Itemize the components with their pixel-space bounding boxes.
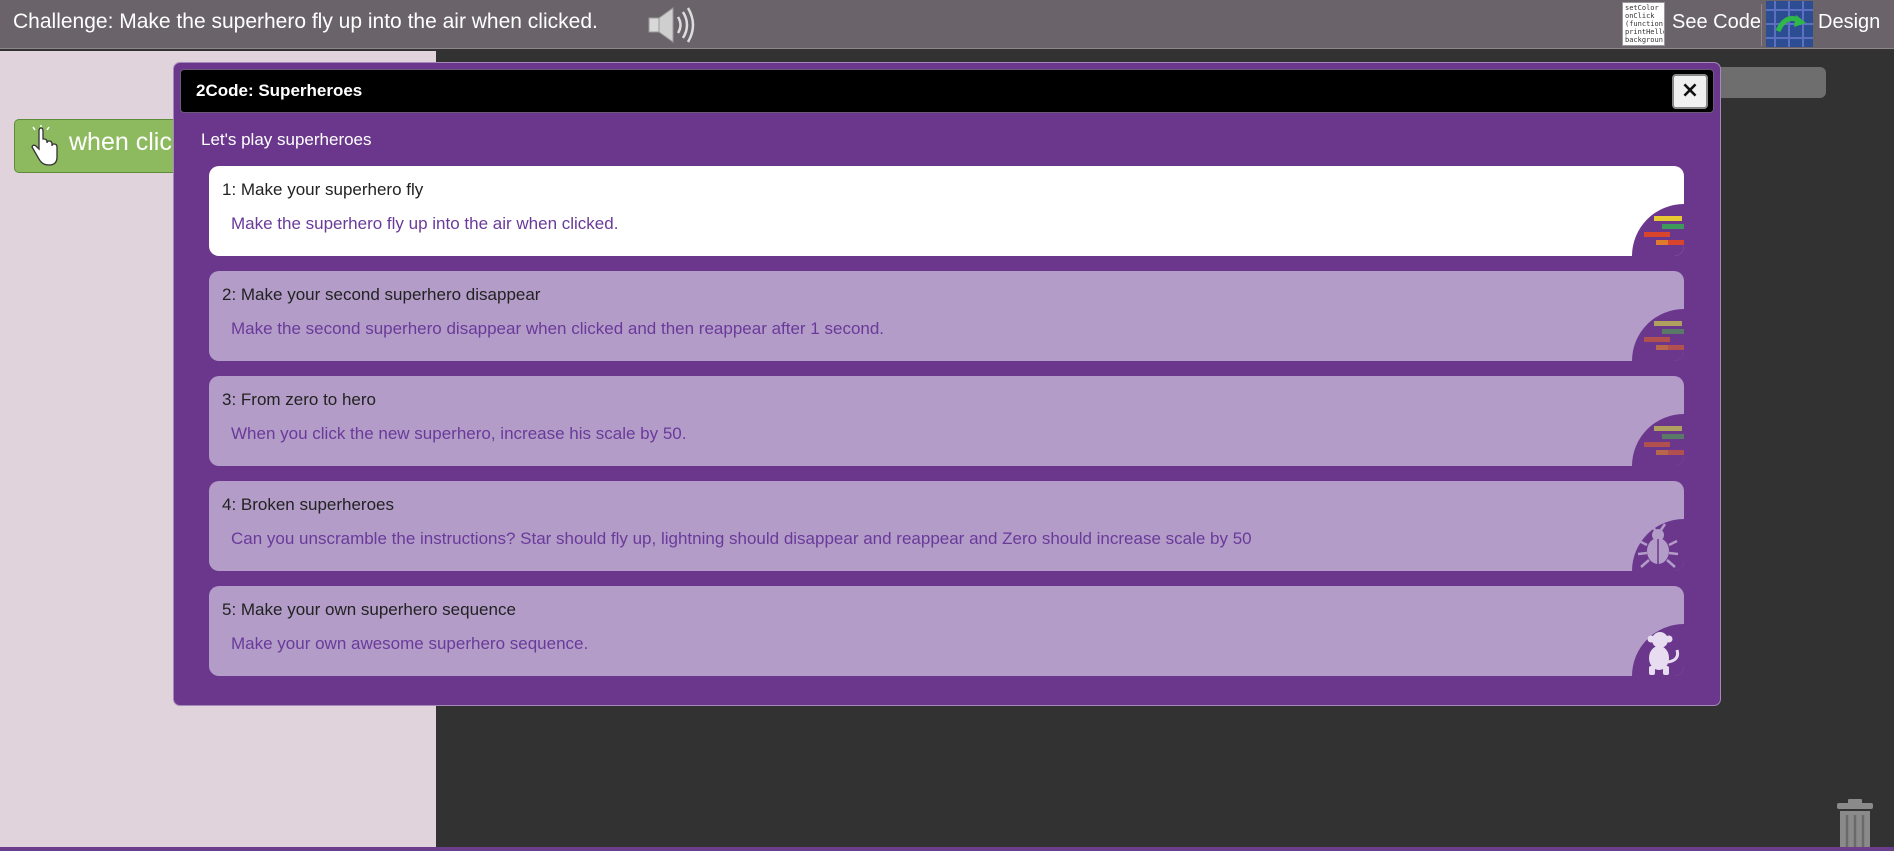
top-bar: Challenge: Make the superhero fly up int… <box>0 0 1894 49</box>
trash-icon[interactable] <box>1835 798 1875 851</box>
bug-icon <box>1632 519 1684 571</box>
design-button[interactable]: Design <box>1818 11 1880 34</box>
workspace-scrollbar[interactable] <box>1716 67 1826 98</box>
card-title: 3: From zero to hero <box>222 390 377 409</box>
dialog-header: 2Code: Superheroes × <box>180 69 1714 113</box>
dialog-title: 2Code: Superheroes <box>196 81 363 100</box>
challenge-card[interactable]: 4: Broken superheroes Can you unscramble… <box>209 481 1684 571</box>
card-title: 5: Make your own superhero sequence <box>222 600 516 619</box>
monkey-icon <box>1632 624 1684 676</box>
card-description: Make the second superhero disappear when… <box>231 319 885 338</box>
card-description: Make your own awesome superhero sequence… <box>231 634 589 653</box>
challenge-card[interactable]: 5: Make your own superhero sequence Make… <box>209 586 1684 676</box>
card-description: When you click the new superhero, increa… <box>231 424 687 443</box>
card-title: 2: Make your second superhero disappear <box>222 285 541 304</box>
challenge-dialog: 2Code: Superheroes × Let's play superher… <box>173 62 1721 706</box>
bottom-strip <box>0 847 1894 851</box>
code-thumbnail-line: backgroun <box>1625 36 1663 44</box>
pointer-hand-icon <box>31 125 58 166</box>
code-thumbnail-line: onClick <box>1625 12 1655 20</box>
close-button[interactable]: × <box>1672 74 1708 109</box>
challenge-card[interactable]: 1: Make your superhero fly Make the supe… <box>209 166 1684 256</box>
challenge-card[interactable]: 2: Make your second superhero disappear … <box>209 271 1684 361</box>
code-blocks-icon <box>1632 414 1684 466</box>
card-description: Make the superhero fly up into the air w… <box>231 214 619 233</box>
code-blocks-icon <box>1632 309 1684 361</box>
challenge-card[interactable]: 3: From zero to hero When you click the … <box>209 376 1684 466</box>
challenge-text: Challenge: Make the superhero fly up int… <box>13 10 598 33</box>
card-title: 4: Broken superheroes <box>222 495 394 514</box>
code-thumbnail-line: (function ( <box>1625 20 1664 28</box>
card-title: 1: Make your superhero fly <box>222 180 424 199</box>
see-code-button[interactable]: See Code <box>1672 11 1761 34</box>
code-thumbnail-line: printHello <box>1625 28 1665 36</box>
design-thumbnail-icon[interactable] <box>1766 1 1813 47</box>
code-blocks-icon <box>1632 204 1684 256</box>
code-thumbnail[interactable]: setColor onClick (function ( printHello … <box>1622 2 1665 46</box>
toolbar-divider <box>1761 4 1762 46</box>
speaker-icon[interactable] <box>645 3 697 47</box>
code-thumbnail-line: setColor <box>1625 4 1659 12</box>
card-description: Can you unscramble the instructions? Sta… <box>231 529 1252 548</box>
dialog-subtitle: Let's play superheroes <box>201 130 372 149</box>
